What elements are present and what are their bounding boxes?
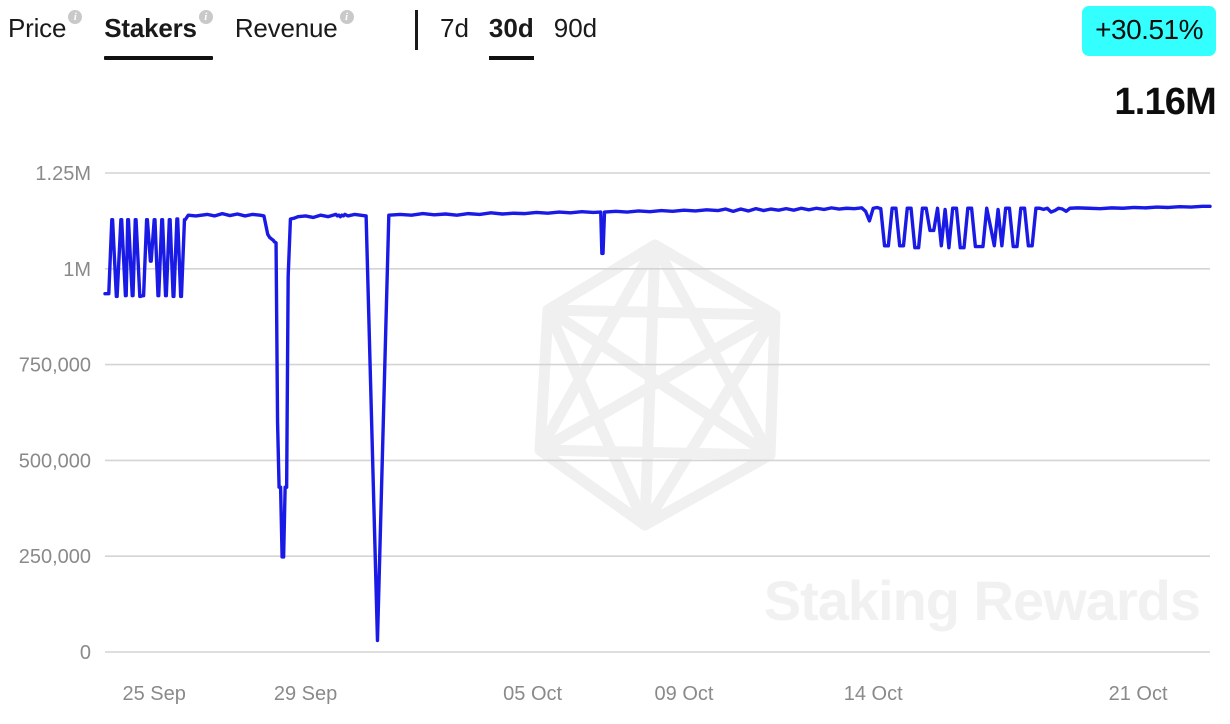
watermark-label: Staking Rewards — [764, 569, 1200, 632]
stakers-line-chart[interactable]: Staking Rewards 0 250,000 500,000 750,000 1M… — [0, 140, 1230, 724]
info-icon[interactable] — [68, 9, 83, 25]
watermark-text: Staking Rewards — [764, 569, 1201, 632]
info-icon[interactable] — [339, 9, 354, 25]
y-axis-tick-label: 1M — [63, 259, 91, 281]
y-axis-tick-label: 250,000 — [19, 546, 91, 568]
range-30d[interactable]: 30d — [488, 12, 534, 60]
tab-price[interactable]: Price — [8, 9, 83, 44]
range-7d[interactable]: 7d — [440, 12, 469, 44]
tab-price-label: Price — [8, 13, 67, 43]
info-icon[interactable] — [198, 9, 213, 25]
x-axis-ticks: 25 Sep 29 Sep 05 Oct 09 Oct 14 Oct 21 Oct — [122, 683, 1167, 705]
change-badge: +30.51% — [1082, 6, 1216, 56]
y-axis-tick-label: 750,000 — [19, 355, 91, 377]
range-90d-label: 90d — [553, 13, 598, 43]
x-axis-tick-label: 09 Oct — [655, 683, 714, 705]
range-90d[interactable]: 90d — [554, 12, 597, 44]
active-range-underline — [488, 56, 534, 60]
tab-revenue-label: Revenue — [234, 13, 338, 43]
x-axis-tick-label: 21 Oct — [1109, 683, 1168, 705]
range-7d-label: 7d — [440, 13, 469, 43]
tab-stakers-label: Stakers — [104, 13, 197, 43]
x-axis-tick-label: 25 Sep — [122, 683, 185, 705]
current-value: 1.16M — [1114, 81, 1216, 123]
x-axis-tick-label: 14 Oct — [844, 683, 903, 705]
x-axis-tick-label: 05 Oct — [503, 683, 562, 705]
header-divider — [415, 10, 418, 50]
tab-revenue[interactable]: Revenue — [234, 9, 354, 44]
watermark-logo — [534, 239, 781, 531]
y-axis-tick-label: 0 — [80, 642, 91, 664]
tab-stakers[interactable]: Stakers — [104, 9, 213, 60]
metric-tab-group: Price Stakers Revenue — [8, 9, 376, 72]
chart-area[interactable]: Staking Rewards 0 250,000 500,000 750,000 1M… — [0, 140, 1230, 724]
x-axis-tick-label: 29 Sep — [274, 683, 337, 705]
time-range-group: 7d 30d 90d — [440, 12, 617, 72]
range-30d-label: 30d — [488, 13, 534, 43]
chart-header: Price Stakers Revenue 7d 30d 90d +30.51%… — [0, 0, 1230, 140]
y-axis-ticks: 0 250,000 500,000 750,000 1M 1.25M — [19, 163, 91, 664]
active-tab-underline — [104, 56, 213, 60]
y-axis-tick-label: 500,000 — [19, 450, 91, 472]
y-axis-tick-label: 1.25M — [35, 163, 91, 185]
